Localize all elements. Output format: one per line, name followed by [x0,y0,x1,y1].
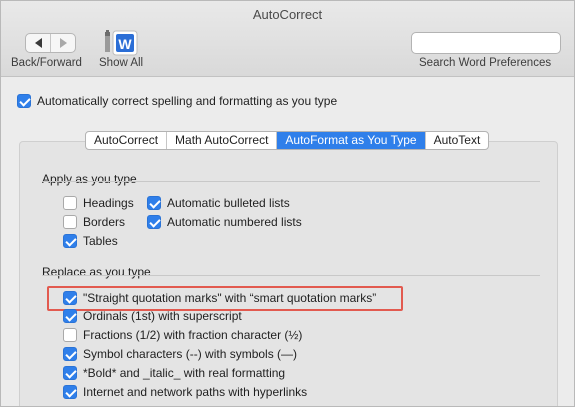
option-hyperlinks[interactable]: Internet and network paths with hyperlin… [63,385,307,399]
headings-label: Headings [83,196,134,210]
borders-checkbox[interactable] [63,215,77,229]
tab-autoformat-as-you-type[interactable]: AutoFormat as You Type [277,132,426,149]
forward-button[interactable] [50,34,75,52]
fractions-checkbox[interactable] [63,328,77,342]
back-forward-control [25,33,76,53]
bulleted-lists-label: Automatic bulleted lists [167,196,290,210]
show-all-label: Show All [99,57,144,69]
svg-text:W: W [118,36,132,52]
option-smart-quotes[interactable]: "Straight quotation marks" with “smart q… [63,291,376,305]
hyperlinks-label: Internet and network paths with hyperlin… [83,385,308,399]
auto-correct-label: Automatically correct spelling and forma… [37,94,338,108]
option-tables[interactable]: Tables [63,234,118,248]
headings-checkbox[interactable] [63,196,77,210]
tables-checkbox[interactable] [63,234,77,248]
tab-math-autocorrect[interactable]: Math AutoCorrect [167,132,278,149]
forward-arrow-icon [59,38,67,48]
option-bold-italic[interactable]: *Bold* and _italic_ with real formatting [63,366,285,380]
symbols-label: Symbol characters (--) with symbols (—) [83,347,298,361]
smart-quotes-checkbox[interactable] [63,291,77,305]
back-forward-label: Back/Forward [11,57,82,69]
tables-label: Tables [83,234,118,248]
auto-correct-checkbox[interactable] [17,94,31,108]
search-label: Search Word Preferences [419,57,552,69]
option-symbols[interactable]: Symbol characters (--) with symbols (—) [63,347,297,361]
bold-italic-label: *Bold* and _italic_ with real formatting [83,366,286,380]
tab-bar: AutoCorrect Math AutoCorrect AutoFormat … [85,131,490,150]
fractions-label: Fractions (1/2) with fraction character … [83,328,303,342]
tab-autocorrect[interactable]: AutoCorrect [86,132,168,149]
back-arrow-icon [34,38,42,48]
symbols-checkbox[interactable] [63,347,77,361]
borders-label: Borders [83,215,126,229]
toolbar: AutoCorrect Back/Forward W Show All Sear… [1,1,574,77]
ordinals-label: Ordinals (1st) with superscript [83,309,242,323]
back-button[interactable] [26,34,50,52]
apply-separator [42,181,540,182]
numbered-lists-label: Automatic numbered lists [167,215,302,229]
numbered-lists-checkbox[interactable] [147,215,161,229]
replace-separator [42,275,540,276]
option-headings[interactable]: Headings [63,196,134,210]
option-ordinals[interactable]: Ordinals (1st) with superscript [63,309,242,323]
show-all-icon[interactable]: W [104,28,138,56]
search-input[interactable] [411,32,561,54]
bold-italic-checkbox[interactable] [63,366,77,380]
auto-correct-row[interactable]: Automatically correct spelling and forma… [17,94,337,108]
option-borders[interactable]: Borders [63,215,125,229]
ordinals-checkbox[interactable] [63,309,77,323]
tab-autotext[interactable]: AutoText [426,132,489,149]
hyperlinks-checkbox[interactable] [63,385,77,399]
window-title: AutoCorrect [252,7,323,22]
replace-section-title: Replace as you type [42,265,151,279]
smart-quotes-label: "Straight quotation marks" with “smart q… [83,291,377,305]
option-numbered-lists[interactable]: Automatic numbered lists [147,215,302,229]
option-bulleted-lists[interactable]: Automatic bulleted lists [147,196,290,210]
option-fractions[interactable]: Fractions (1/2) with fraction character … [63,328,302,342]
apply-section-title: Apply as you type [42,172,137,186]
bulleted-lists-checkbox[interactable] [147,196,161,210]
autocorrect-window: AutoCorrect Back/Forward W Show All Sear… [0,0,575,407]
